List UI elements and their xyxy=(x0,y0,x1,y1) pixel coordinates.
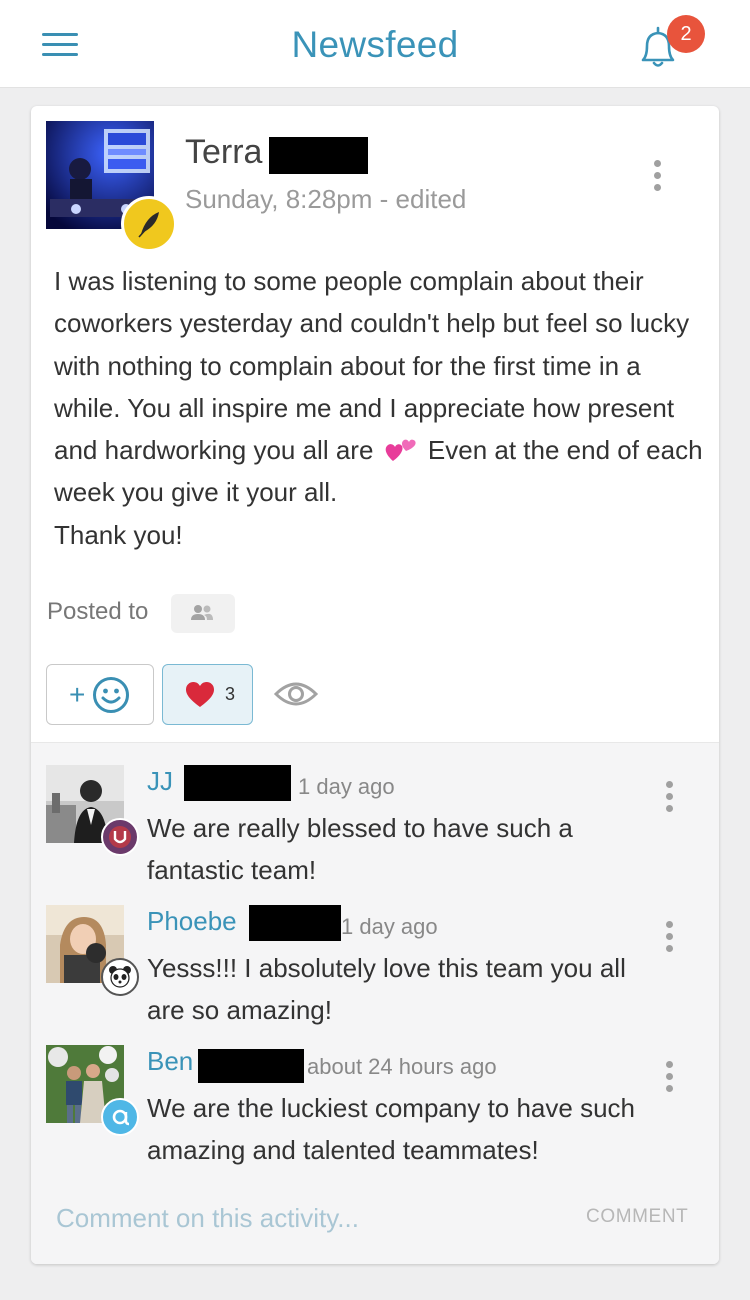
comment-submit-button[interactable]: COMMENT xyxy=(586,1206,688,1228)
add-reaction-button[interactable]: + xyxy=(46,664,154,725)
heart-count: 3 xyxy=(225,684,236,704)
people-icon xyxy=(191,605,213,620)
audience-chip[interactable] xyxy=(171,594,235,633)
commenter-name[interactable]: JJ xyxy=(147,766,173,797)
commenter-name[interactable]: Ben xyxy=(147,1046,193,1077)
comment-time: 1 day ago xyxy=(298,774,395,799)
comment-item: Phoebe 1 day ago Yesss!!! I absolutely l… xyxy=(31,905,719,1045)
comment-item: JJ 1 day ago We are really blessed to ha… xyxy=(31,765,719,905)
comment-time: about 24 hours ago xyxy=(307,1054,497,1079)
comment-input[interactable]: Comment on this activity... xyxy=(56,1203,359,1234)
redacted-surname xyxy=(198,1049,304,1083)
feather-badge-icon xyxy=(121,196,177,252)
author-name[interactable]: Terra xyxy=(185,133,262,172)
comment-text: We are the luckiest company to have such… xyxy=(147,1093,635,1165)
commenter-name[interactable]: Phoebe xyxy=(147,906,237,937)
blue-badge-icon xyxy=(101,1098,139,1136)
top-app-bar: Newsfeed 2 xyxy=(0,0,750,88)
comment-more-options-icon[interactable] xyxy=(663,919,675,955)
plus-icon: + xyxy=(69,679,86,710)
smiley-icon xyxy=(93,677,129,713)
post-timestamp: Sunday, 8:28pm - edited xyxy=(185,184,467,214)
purple-award-badge-icon xyxy=(101,818,139,856)
heart-reaction-button[interactable]: 3 xyxy=(162,664,253,725)
comment-more-options-icon[interactable] xyxy=(663,1059,675,1095)
post-body-thanks: Thank you! xyxy=(54,519,183,550)
posted-to-label: Posted to xyxy=(47,598,149,625)
redacted-surname xyxy=(184,765,291,801)
comment-item: Ben about 24 hours ago We are the luckie… xyxy=(31,1045,719,1185)
comments-section: JJ 1 day ago We are really blessed to ha… xyxy=(31,742,719,1264)
comment-time: 1 day ago xyxy=(341,914,438,939)
post-more-options-icon[interactable] xyxy=(651,158,663,194)
heart-icon xyxy=(186,682,214,707)
comment-text: Yesss!!! I absolutely love this team you… xyxy=(147,953,626,1025)
eye-icon[interactable] xyxy=(274,678,318,710)
redacted-surname xyxy=(269,137,368,174)
comment-text: We are really blessed to have such a fan… xyxy=(147,813,573,885)
redacted-surname xyxy=(249,905,341,941)
author-avatar[interactable] xyxy=(46,121,177,252)
notification-count-badge: 2 xyxy=(667,15,705,53)
comment-more-options-icon[interactable] xyxy=(663,779,675,815)
activity-card: Terra Sunday, 8:28pm - edited I was list… xyxy=(31,106,719,1264)
panda-badge-icon xyxy=(101,958,139,996)
two-hearts-emoji-icon xyxy=(385,439,416,462)
post-body: I was listening to some people complain … xyxy=(54,260,704,556)
